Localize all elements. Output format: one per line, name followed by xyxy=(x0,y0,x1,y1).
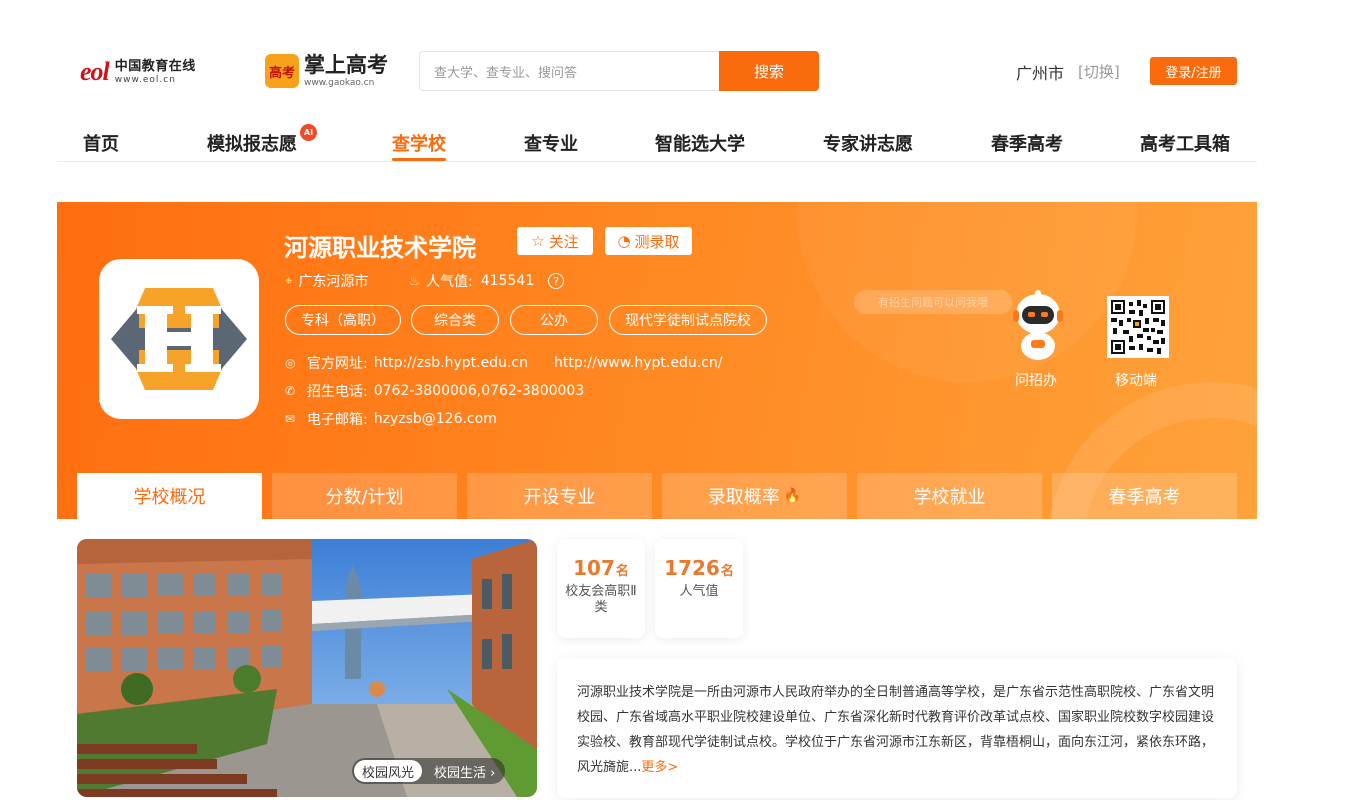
nav-spring-exam[interactable]: 春季高考 xyxy=(991,130,1063,156)
ask-bubble: 有招生问题可以问我哦 xyxy=(854,290,1012,314)
email-label: 电子邮箱: xyxy=(307,412,368,428)
website-link-2[interactable]: http://www.hypt.edu.cn/ xyxy=(554,355,723,371)
email-row: ✉ 电子邮箱: hzyzsb@126.com xyxy=(285,409,497,429)
fire-icon: ♨ xyxy=(408,273,420,289)
ranking-card: 107名 校友会高职Ⅱ类 xyxy=(557,539,645,638)
popularity-rank-label: 人气值 xyxy=(679,584,719,599)
login-register-button[interactable]: 登录/注册 xyxy=(1150,57,1237,85)
fire-icon: 🔥 xyxy=(783,488,802,504)
email-value: hzyzsb@126.com xyxy=(373,411,497,427)
tab-employment[interactable]: 学校就业 xyxy=(857,473,1042,519)
ask-admissions-label[interactable]: 问招办 xyxy=(1015,370,1057,390)
mail-icon: ✉ xyxy=(285,412,296,426)
school-logo xyxy=(99,259,259,419)
nav-active-underline xyxy=(392,158,446,161)
ranking-value: 107 xyxy=(573,556,615,580)
nav-mock-application[interactable]: 模拟报志愿 xyxy=(207,130,297,156)
gaokao-url: www.gaokao.cn xyxy=(304,77,375,88)
popularity-rank-unit: 名 xyxy=(720,564,734,579)
campus-scenery-tab[interactable]: 校园风光 xyxy=(354,760,423,782)
follow-button[interactable]: ☆ 关注 xyxy=(517,227,593,255)
phone-label: 招生电话: xyxy=(307,384,368,400)
ranking-unit: 名 xyxy=(615,564,629,579)
main-nav: 首页 模拟报志愿 AI 查学校 查专业 智能选大学 专家讲志愿 春季高考 高考工… xyxy=(57,120,1257,162)
city-label: 广州市 xyxy=(1016,64,1065,83)
phone-value: 0762-3800006,0762-3800003 xyxy=(373,383,585,399)
school-tag: 公办 xyxy=(510,305,598,335)
location-pin-icon: ⌖ xyxy=(285,273,293,289)
school-logo-icon xyxy=(111,288,247,390)
nav-smart-select[interactable]: 智能选大学 xyxy=(655,130,745,156)
eol-logo[interactable]: eol 中国教育在线 www.eol.cn xyxy=(80,52,245,92)
campus-photo[interactable]: 校园风光 校园生活 › xyxy=(77,539,537,797)
city-switch-link[interactable]: [切换] xyxy=(1078,61,1120,82)
website-link-1[interactable]: http://zsb.hypt.edu.cn xyxy=(374,355,528,371)
school-meta: ⌖ 广东河源市 ♨ 人气值: 415541 ? xyxy=(285,271,565,291)
nav-search-school[interactable]: 查学校 xyxy=(392,130,446,156)
nav-expert-talk[interactable]: 专家讲志愿 xyxy=(823,130,913,156)
website-label: 官方网址: xyxy=(307,356,368,372)
nav-home[interactable]: 首页 xyxy=(83,130,119,156)
tab-admission-probability[interactable]: 录取概率 🔥 xyxy=(662,473,847,519)
eol-url: www.eol.cn xyxy=(114,74,176,85)
tab-spring-exam[interactable]: 春季高考 xyxy=(1052,473,1237,519)
school-tag: 专科（高职） xyxy=(285,305,401,335)
nav-search-major[interactable]: 查专业 xyxy=(524,130,578,156)
school-banner: 河源职业技术学院 ☆ 关注 ◔ 测录取 ⌖ 广东河源市 ♨ 人气值: 41554… xyxy=(57,202,1257,519)
qr-code xyxy=(1107,296,1169,358)
school-location: 广东河源市 xyxy=(298,274,369,290)
search-button[interactable]: 搜索 xyxy=(719,51,819,91)
intro-more-link[interactable]: 更多> xyxy=(641,760,678,775)
tab-admission-probability-label: 录取概率 xyxy=(707,487,780,508)
gaokao-badge: 高考 xyxy=(265,54,299,88)
qr-code-icon xyxy=(1111,300,1165,354)
mobile-label[interactable]: 移动端 xyxy=(1115,370,1157,390)
ranking-label: 校友会高职Ⅱ类 xyxy=(565,584,637,615)
school-intro: 河源职业技术学院是一所由河源市人民政府举办的全日制普通高等学校，是广东省示范性高… xyxy=(557,658,1237,798)
school-tabs: 学校概况 分数/计划 开设专业 录取概率 🔥 学校就业 春季高考 xyxy=(77,473,1237,519)
eol-name: 中国教育在线 xyxy=(114,58,196,74)
predict-label: 测录取 xyxy=(634,232,680,251)
campus-switch: 校园风光 校园生活 › xyxy=(352,758,506,784)
popularity-rank-value: 1726 xyxy=(664,556,720,580)
gaokao-name: 掌上高考 xyxy=(304,52,388,77)
predict-admission-button[interactable]: ◔ 测录取 xyxy=(605,227,692,255)
tab-overview[interactable]: 学校概况 xyxy=(77,473,262,519)
star-icon: ☆ xyxy=(531,232,545,250)
predict-icon: ◔ xyxy=(617,232,631,250)
school-name: 河源职业技术学院 xyxy=(284,234,476,262)
popularity-rank-card: 1726名 人气值 xyxy=(655,539,743,638)
phone-row: ✆ 招生电话: 0762-3800006,0762-3800003 xyxy=(285,381,584,401)
popularity-label: 人气值: xyxy=(425,274,473,290)
phone-icon: ✆ xyxy=(285,384,296,398)
website-row: ◎ 官方网址: http://zsb.hypt.edu.cn http://ww… xyxy=(285,353,722,373)
eol-mark: eol xyxy=(80,57,110,86)
tab-majors[interactable]: 开设专业 xyxy=(467,473,652,519)
globe-icon: ◎ xyxy=(285,356,296,370)
robot-icon[interactable] xyxy=(1008,290,1068,362)
search-input[interactable]: 查大学、查专业、搜问答 xyxy=(419,51,719,91)
follow-label: 关注 xyxy=(548,232,579,251)
nav-toolbox[interactable]: 高考工具箱 xyxy=(1140,130,1230,156)
ai-badge: AI xyxy=(300,124,317,141)
gaokao-logo[interactable]: 高考 掌上高考 www.gaokao.cn xyxy=(265,50,388,92)
campus-life-tab[interactable]: 校园生活 › xyxy=(426,760,503,782)
help-icon[interactable]: ? xyxy=(548,273,565,289)
tab-scores-plan[interactable]: 分数/计划 xyxy=(272,473,457,519)
popularity-value: 415541 xyxy=(480,273,535,289)
school-tag: 综合类 xyxy=(411,305,499,335)
school-tag: 现代学徒制试点院校 xyxy=(609,305,767,335)
